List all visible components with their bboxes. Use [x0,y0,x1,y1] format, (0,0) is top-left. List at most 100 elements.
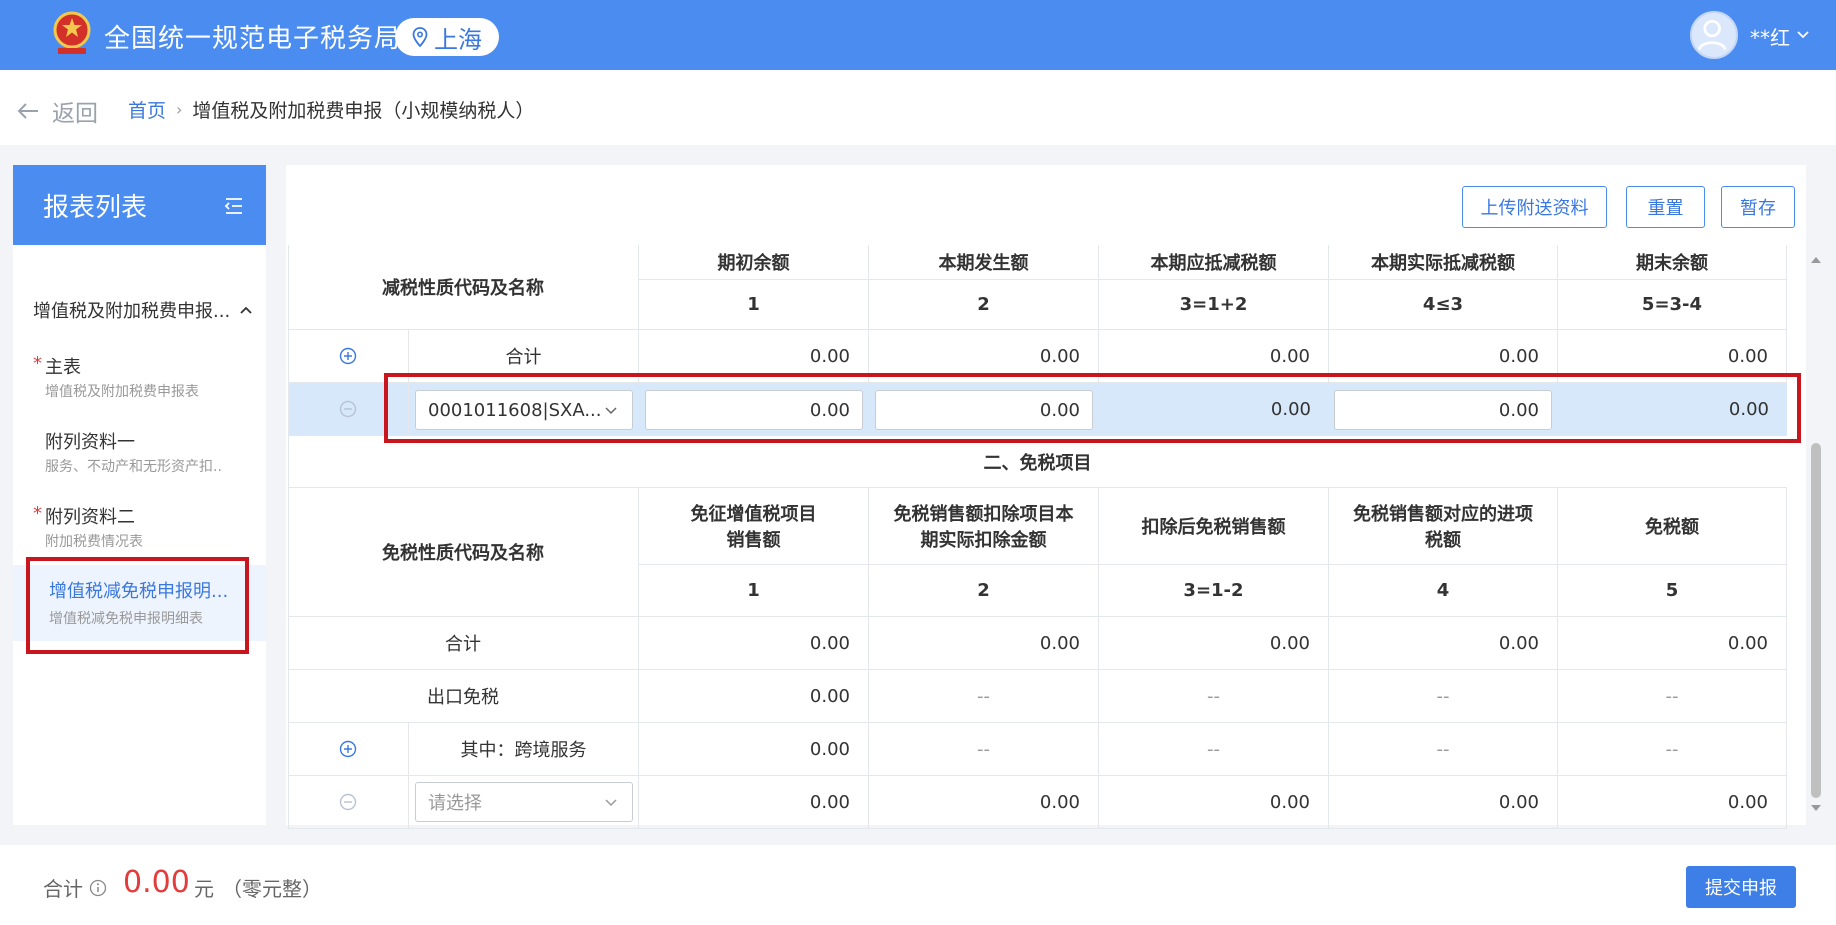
cell-value: 0.00 [639,776,869,828]
region-selector[interactable]: 上海 [395,18,499,56]
user-icon [1697,19,1727,51]
vertical-scrollbar[interactable] [1808,245,1824,825]
cell-value: 0.00 [1099,617,1329,669]
column-header: 免税额 [1558,488,1787,564]
cell-value: 0.00 [639,723,869,775]
cell-value: -- [1329,670,1558,722]
breadcrumb-bar: 返回 首页 › 增值税及附加税费申报（小规模纳税人） [0,70,1836,145]
chevron-down-icon[interactable] [1796,28,1810,42]
column-code: 3=1-2 [1099,565,1329,616]
scroll-down-icon[interactable] [1808,803,1824,815]
user-avatar[interactable] [1690,11,1738,59]
scrollbar-thumb[interactable] [1811,443,1821,798]
plus-circle-icon [339,347,357,365]
info-icon[interactable] [89,879,107,897]
submit-declaration-button[interactable]: 提交申报 [1686,866,1796,908]
table1-label-header: 减税性质代码及名称 [288,245,639,330]
minus-circle-icon [339,793,357,811]
column-code: 4 [1329,565,1558,616]
column-code: 5 [1558,565,1787,616]
total-label: 合计 [43,873,107,902]
cell-value: -- [1558,670,1787,722]
reset-button[interactable]: 重置 [1626,186,1705,228]
collapse-menu-icon[interactable] [224,197,244,215]
column-code: 1 [639,280,869,329]
sidebar-item-sub: 服务、不动产和无形资产扣.. [45,459,222,475]
column-code: 3=1+2 [1099,280,1329,329]
cell-value: 0.00 [639,670,869,722]
report-list-header: 报表列表 [13,165,266,245]
cell-value: 0.00 [1558,776,1787,828]
plus-circle-icon [339,740,357,758]
cell-value: -- [1558,723,1787,775]
sidebar-item-main-form[interactable]: * 主表 增值税及附加税费申报表 [13,347,266,417]
upload-attachments-button[interactable]: 上传附送资料 [1462,186,1607,228]
report-group-label: 增值税及附加税费申报... [33,301,231,322]
cell-value: -- [1099,670,1329,722]
national-emblem-icon [53,11,91,54]
save-draft-button[interactable]: 暂存 [1721,186,1795,228]
column-header: 本期应抵减税额 [1099,245,1329,279]
cell-value: 0.00 [1329,617,1558,669]
breadcrumb-separator: › [176,100,183,119]
column-header: 期初余额 [639,245,869,279]
report-list-panel: 报表列表 增值税及附加税费申报... * 主表 增值税及附加税费申报表 附列资料一… [13,165,266,825]
table-row: 合计 0.00 0.00 0.00 0.00 0.00 [288,617,1787,670]
column-code: 2 [869,280,1099,329]
highlight-annotation-sidebar [26,557,249,654]
total-amount: 0.00 [123,865,190,900]
highlight-annotation-row [384,373,1801,443]
scroll-up-icon[interactable] [1808,253,1824,265]
region-label: 上海 [434,25,482,54]
section-title: 二、免税项目 [983,452,1092,474]
report-group-toggle[interactable]: 增值税及附加税费申报... [33,297,253,323]
column-header: 期末余额 [1558,245,1787,279]
row-label: 其中：跨境服务 [409,723,639,775]
expand-row-button[interactable] [288,723,409,775]
cell-value: 0.00 [639,617,869,669]
required-star: * [33,503,42,524]
remove-row-button[interactable] [288,776,409,828]
select-placeholder: 请选择 [428,793,482,814]
exemption-code-select[interactable]: 请选择 [415,782,633,822]
cell-value: -- [869,670,1099,722]
column-header: 本期实际抵减税额 [1329,245,1558,279]
location-pin-icon [412,27,428,47]
cell-value: 0.00 [1099,776,1329,828]
breadcrumb-home[interactable]: 首页 [128,96,166,123]
column-header: 免税销售额扣除项目本 期实际扣除金额 [869,488,1099,564]
chevron-up-icon [240,306,252,314]
footer-bar: 合计 0.00 元 （零元整） 提交申报 [0,845,1836,925]
row-label: 合计 [288,617,639,669]
chevron-down-icon [605,798,617,806]
total-unit: 元 [194,877,214,901]
total-amount-words: （零元整） [222,877,322,901]
column-code: 5=3-4 [1558,280,1787,329]
username[interactable]: **红 [1750,22,1790,51]
row-label: 出口免税 [288,670,639,722]
cell-value: 0.00 [869,776,1099,828]
required-star: * [33,353,42,374]
column-header: 扣除后免税销售额 [1099,488,1329,564]
cell-value: -- [1099,723,1329,775]
table2-label-header: 免税性质代码及名称 [288,488,639,617]
sidebar-item-attachment-1[interactable]: 附列资料一 服务、不动产和无形资产扣.. [13,422,266,492]
app-title: 全国统一规范电子税务局 [104,24,402,54]
top-bar: 全国统一规范电子税务局 上海 **红 [0,0,1836,70]
section-title-row: 二、免税项目 [288,436,1787,488]
column-code: 2 [869,565,1099,616]
breadcrumb-current: 增值税及附加税费申报（小规模纳税人） [192,100,535,122]
column-header: 免税销售额对应的进项 税额 [1329,488,1558,564]
column-header: 免征增值税项目 销售额 [639,488,869,564]
back-button[interactable]: 返回 [16,94,98,128]
sidebar-item-sub: 增值税及附加税费申报表 [45,384,199,400]
cell-value: -- [1329,723,1558,775]
table-row: 其中：跨境服务 0.00 -- -- -- -- [288,723,1787,776]
cell-value: 0.00 [869,617,1099,669]
column-code: 1 [639,565,869,616]
cell-value: 0.00 [1329,776,1558,828]
breadcrumb: 首页 › 增值税及附加税费申报（小规模纳税人） [128,96,534,123]
table-row: 请选择 0.00 0.00 0.00 0.00 0.00 [288,776,1787,829]
cell-value: -- [869,723,1099,775]
minus-circle-icon [339,400,357,418]
